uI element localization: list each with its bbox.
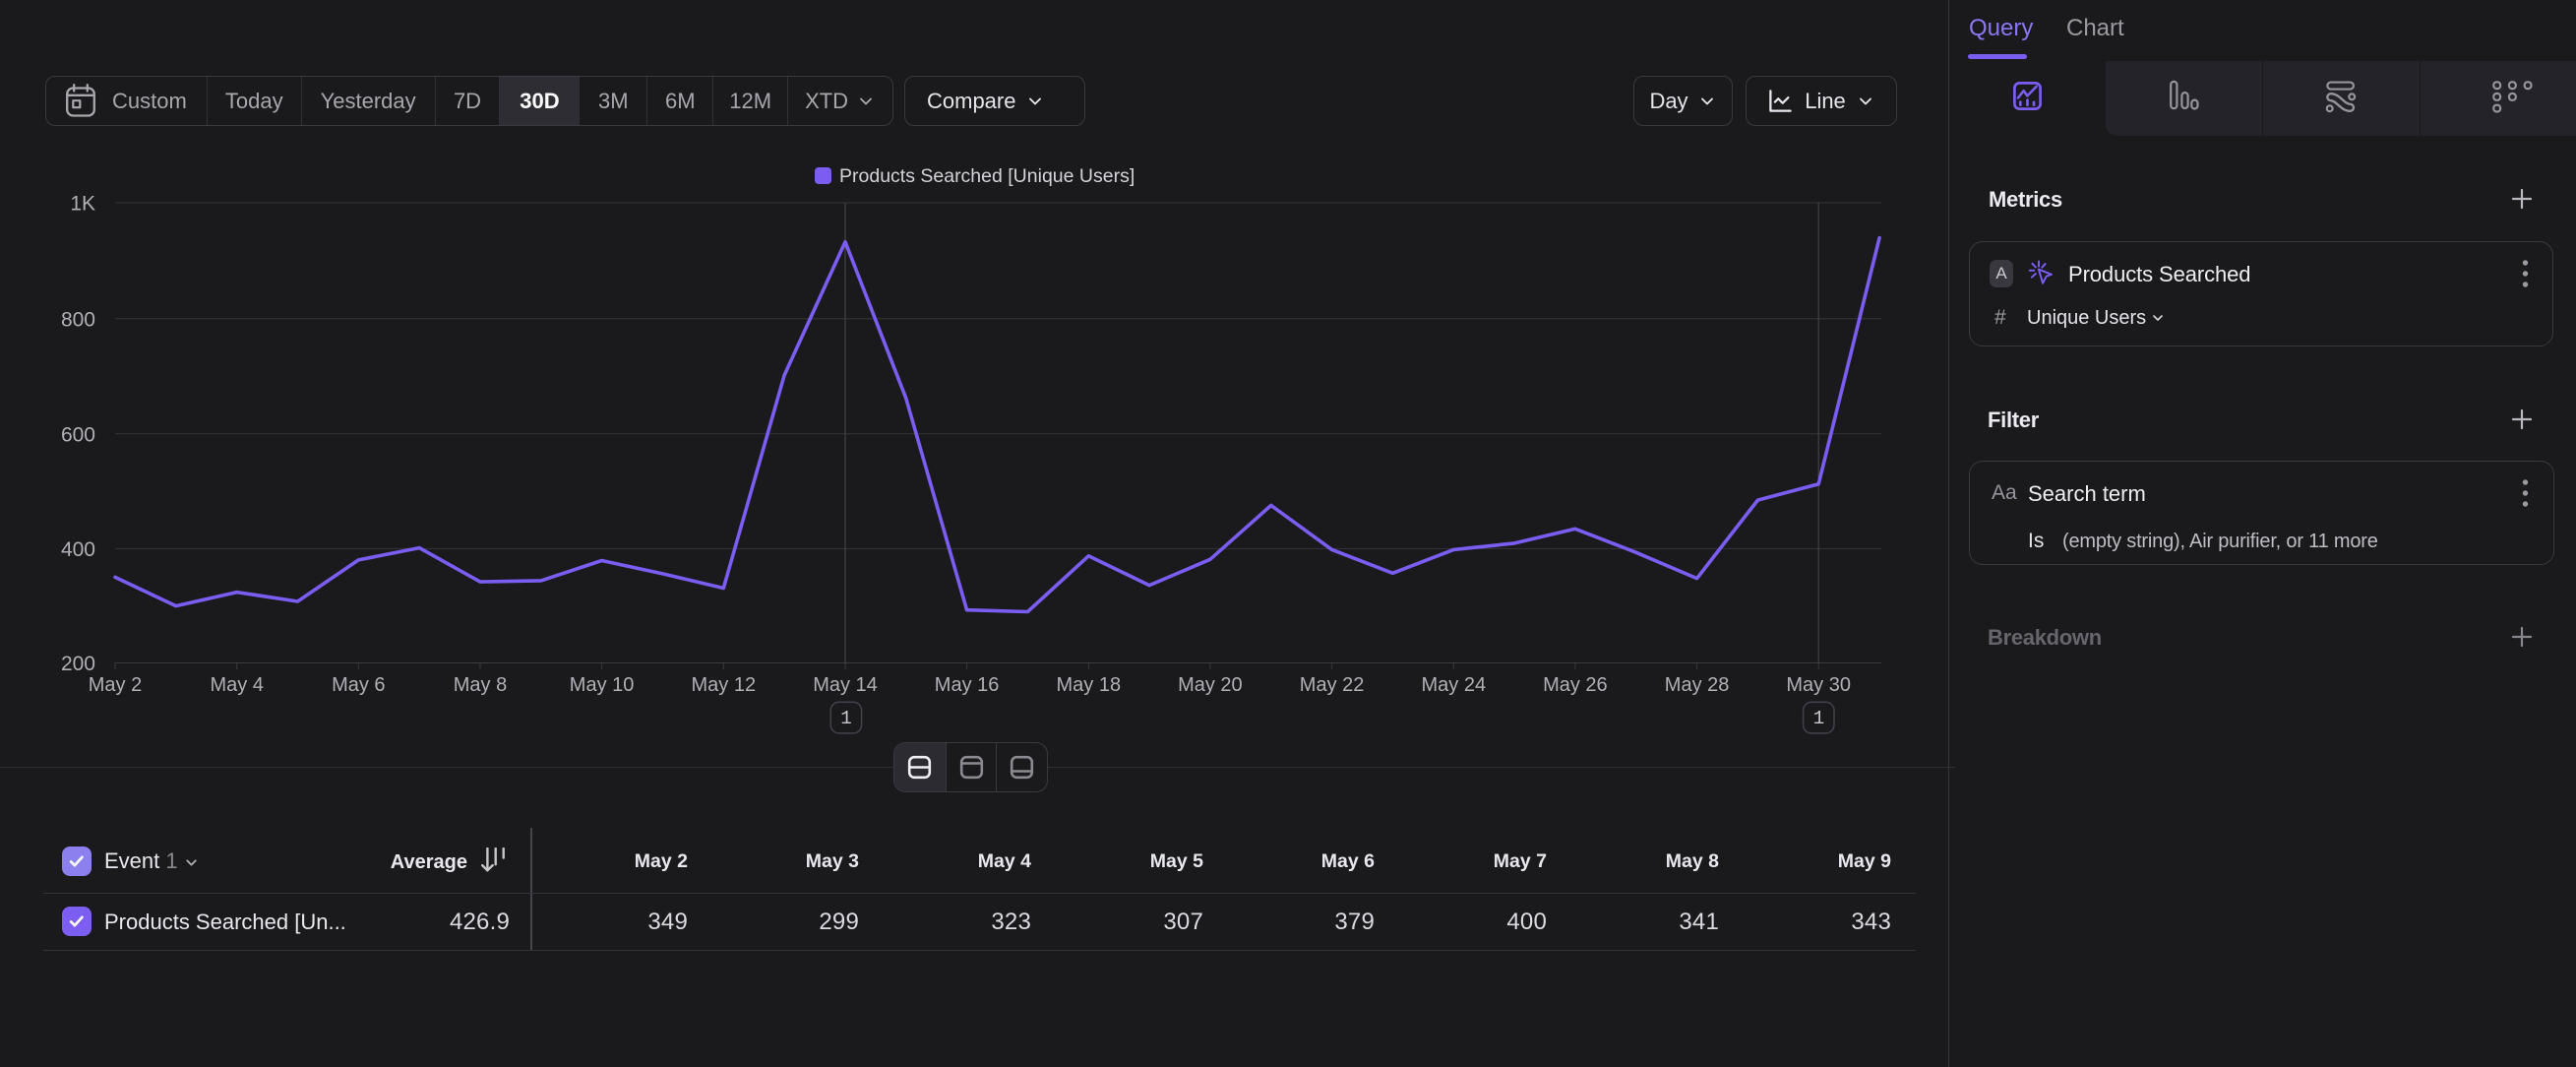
svg-text:May 20: May 20 [1178,674,1243,696]
svg-text:May 12: May 12 [692,674,757,696]
svg-text:May 4: May 4 [210,674,263,696]
svg-text:May 8: May 8 [454,674,507,696]
svg-text:600: 600 [61,423,95,446]
svg-text:1: 1 [840,708,851,729]
svg-text:May 26: May 26 [1543,674,1608,696]
svg-text:800: 800 [61,308,95,331]
svg-text:1K: 1K [70,193,95,216]
svg-text:May 6: May 6 [332,674,385,696]
svg-text:May 24: May 24 [1422,674,1487,696]
svg-text:May 16: May 16 [935,674,1000,696]
svg-text:200: 200 [61,653,95,675]
svg-text:1: 1 [1813,708,1824,729]
svg-text:400: 400 [61,538,95,561]
svg-text:May 18: May 18 [1057,674,1122,696]
svg-text:May 2: May 2 [89,674,142,696]
svg-text:May 10: May 10 [570,674,635,696]
svg-text:May 28: May 28 [1665,674,1730,696]
svg-text:May 14: May 14 [813,674,878,696]
svg-text:May 22: May 22 [1300,674,1365,696]
svg-text:May 30: May 30 [1786,674,1851,696]
